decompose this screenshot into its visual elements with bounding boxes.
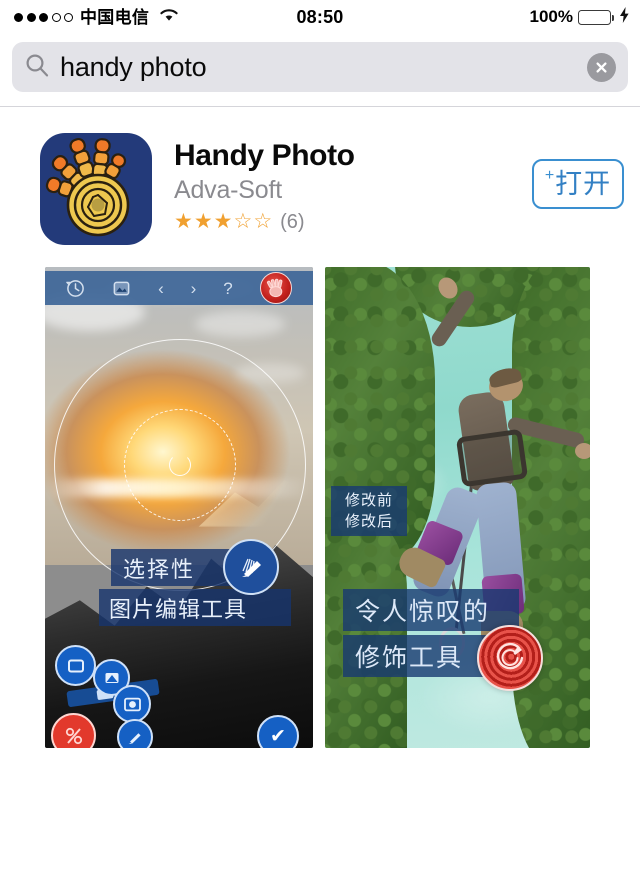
brush-tool-icon[interactable] xyxy=(117,719,153,748)
before-after-labels: 修改前 修改后 xyxy=(331,486,407,537)
status-bar-right: 100% xyxy=(529,6,630,28)
open-button-container: + 打开 xyxy=(532,133,624,209)
clear-search-icon[interactable] xyxy=(587,52,616,82)
wifi-icon xyxy=(158,7,180,28)
handy-photo-app-icon[interactable] xyxy=(40,133,152,245)
crop-tool-icon[interactable] xyxy=(55,645,96,686)
search-field[interactable]: handy photo xyxy=(12,42,628,92)
signal-dot-4 xyxy=(51,12,61,22)
app-result-row[interactable]: Handy Photo Adva-Soft ★ ★ ★ ☆ ☆ (6) + 打开 xyxy=(0,107,640,245)
open-button[interactable]: + 打开 xyxy=(532,159,624,209)
status-bar: 中国电信 08:50 100% xyxy=(0,0,640,34)
search-icon xyxy=(24,52,50,83)
signal-strength-dots xyxy=(14,12,73,22)
screenshot-gallery[interactable]: ‹ › ? 选择性 图片编辑工具 ✔ 修改前 修改后 令人惊叹的 修饰工具 xyxy=(0,267,640,748)
signal-dot-3 xyxy=(39,12,48,22)
signal-dot-1 xyxy=(14,12,23,22)
carrier-name: 中国电信 xyxy=(80,7,150,27)
caption-editing-tools: 图片编辑工具 xyxy=(99,589,291,626)
open-button-plus-badge: + xyxy=(544,167,555,184)
rating-star-1: ★ xyxy=(174,210,193,234)
signal-dot-2 xyxy=(26,12,36,22)
rating-star-4: ☆ xyxy=(233,210,253,234)
search-input[interactable]: handy photo xyxy=(60,54,579,81)
rating-star-5: ☆ xyxy=(253,210,273,234)
open-button-label: 打开 xyxy=(555,168,612,200)
app-developer: Adva-Soft xyxy=(174,175,282,204)
retouch-spiral-icon xyxy=(477,625,543,691)
handy-photo-red-logo-icon[interactable] xyxy=(259,272,292,304)
screenshot-selective-editing[interactable]: ‹ › ? 选择性 图片编辑工具 ✔ xyxy=(45,267,313,748)
after-label: 修改后 xyxy=(344,511,393,530)
rating-star-2: ★ xyxy=(193,210,213,234)
before-label: 修改前 xyxy=(344,491,393,509)
brush-icon xyxy=(223,539,279,595)
vignette-tool-icon[interactable] xyxy=(113,685,151,723)
app-title: Handy Photo xyxy=(174,139,355,172)
chevron-left-icon[interactable]: ‹ xyxy=(158,280,164,297)
help-question-icon[interactable]: ? xyxy=(223,280,232,297)
lightning-bolt-icon xyxy=(619,6,630,28)
search-bar-container: handy photo xyxy=(0,34,640,106)
signal-dot-5 xyxy=(64,12,73,22)
battery-percent-label: 100% xyxy=(529,7,573,26)
screenshot-retouch-tools[interactable]: 修改前 修改后 令人惊叹的 修饰工具 xyxy=(325,267,590,748)
battery-icon xyxy=(578,9,615,25)
rating-star-3: ★ xyxy=(213,210,233,234)
app-rating: ★ ★ ★ ☆ ☆ (6) xyxy=(174,211,532,232)
rating-count: (6) xyxy=(280,210,305,233)
jumper-harness xyxy=(455,428,529,488)
status-bar-left: 中国电信 xyxy=(14,7,180,28)
app-meta: Handy Photo Adva-Soft ★ ★ ★ ☆ ☆ (6) xyxy=(152,133,532,232)
clock-time: 08:50 xyxy=(296,6,344,27)
chevron-right-icon[interactable]: › xyxy=(191,280,197,297)
caption-amazing: 令人惊叹的 xyxy=(343,589,519,631)
jumper-right-hand xyxy=(575,443,590,459)
cloud xyxy=(195,311,285,337)
editor-toolbar[interactable]: ‹ › ? xyxy=(45,271,313,305)
history-clock-icon[interactable] xyxy=(66,279,85,298)
image-layers-icon[interactable] xyxy=(112,279,131,298)
